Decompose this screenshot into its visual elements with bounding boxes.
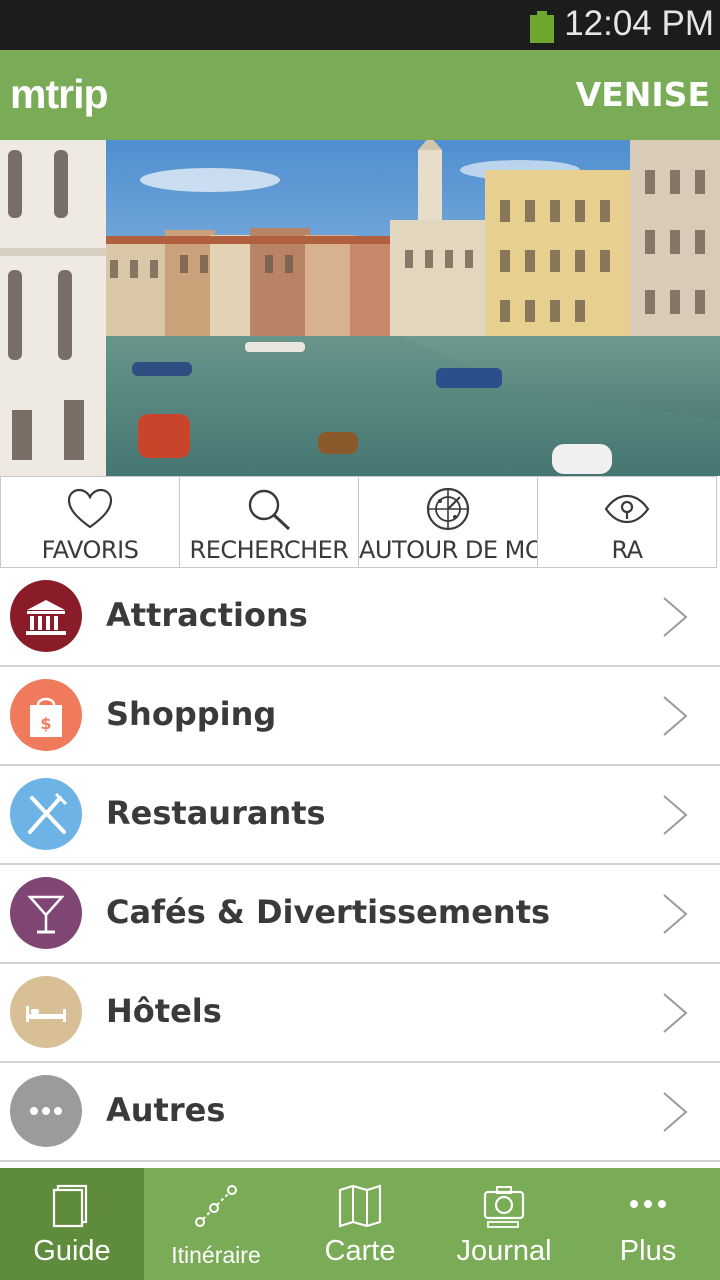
bed-icon (10, 976, 82, 1048)
search-icon (248, 489, 291, 531)
app-logo[interactable]: mtrip (10, 70, 108, 118)
museum-icon (10, 580, 82, 652)
around-me-label: AUTOUR DE MOI (359, 536, 550, 564)
nav-itinerary-label: Itinéraire (171, 1242, 261, 1268)
app-bar: mtrip VENISE (0, 50, 720, 140)
category-label: Restaurants (106, 794, 326, 832)
chevron-right-icon (663, 696, 688, 736)
more-icon (10, 1075, 82, 1147)
search-button[interactable]: RECHERCHER (179, 476, 359, 568)
nav-journal[interactable]: Journal (432, 1168, 576, 1280)
nav-more-label: Plus (619, 1235, 677, 1267)
battery-icon (530, 11, 554, 43)
cocktail-icon (10, 877, 82, 949)
city-title[interactable]: VENISE (576, 74, 710, 116)
ar-label: RA (611, 536, 643, 564)
more-icon (630, 1200, 666, 1208)
shopping-bag-icon: $ (10, 679, 82, 751)
category-hotels[interactable]: Hôtels (0, 964, 720, 1063)
category-others[interactable]: Autres (0, 1063, 720, 1162)
nav-journal-label: Journal (456, 1235, 552, 1267)
category-label: Cafés & Divertissements (106, 893, 551, 931)
chevron-right-icon (663, 795, 688, 835)
status-time: 12:04 PM (564, 4, 714, 43)
hero-image (0, 140, 720, 476)
status-bar: 12:04 PM (0, 0, 720, 50)
nav-more[interactable]: Plus (576, 1168, 720, 1280)
quick-actions: FAVORIS RECHERCHER AUTOUR DE MOI RA (0, 476, 720, 568)
fork-knife-icon (10, 778, 82, 850)
category-label: Attractions (106, 596, 308, 634)
category-restaurants[interactable]: Restaurants (0, 766, 720, 865)
nav-map[interactable]: Carte (288, 1168, 432, 1280)
route-icon (195, 1185, 237, 1227)
around-me-button[interactable]: AUTOUR DE MOI (358, 476, 550, 568)
svg-text:$: $ (40, 714, 51, 733)
category-list: Attractions $ Shopping Restaurants Cafés… (0, 568, 720, 1162)
nav-map-label: Carte (324, 1235, 396, 1267)
category-shopping[interactable]: $ Shopping (0, 667, 720, 766)
eye-icon (604, 494, 650, 524)
camera-icon (483, 1186, 525, 1228)
category-attractions[interactable]: Attractions (0, 568, 720, 667)
chevron-right-icon (663, 597, 688, 637)
category-cafes[interactable]: Cafés & Divertissements (0, 865, 720, 964)
favorites-label: FAVORIS (41, 536, 139, 564)
chevron-right-icon (663, 894, 688, 934)
nav-guide[interactable]: Guide (0, 1168, 144, 1280)
book-icon (52, 1184, 88, 1228)
chevron-right-icon (663, 993, 688, 1033)
heart-icon (67, 488, 113, 529)
chevron-right-icon (663, 1092, 688, 1132)
radar-icon (426, 487, 470, 531)
favorites-button[interactable]: FAVORIS (0, 476, 180, 568)
category-label: Shopping (106, 695, 277, 733)
bottom-nav: Guide Itinéraire Carte Journal Plus (0, 1168, 720, 1280)
map-icon (338, 1184, 382, 1228)
ar-button[interactable]: RA (537, 476, 717, 568)
category-label: Hôtels (106, 992, 222, 1030)
search-label: RECHERCHER (189, 536, 349, 564)
nav-itinerary[interactable]: Itinéraire (144, 1168, 288, 1280)
category-label: Autres (106, 1091, 226, 1129)
nav-guide-label: Guide (33, 1235, 111, 1267)
